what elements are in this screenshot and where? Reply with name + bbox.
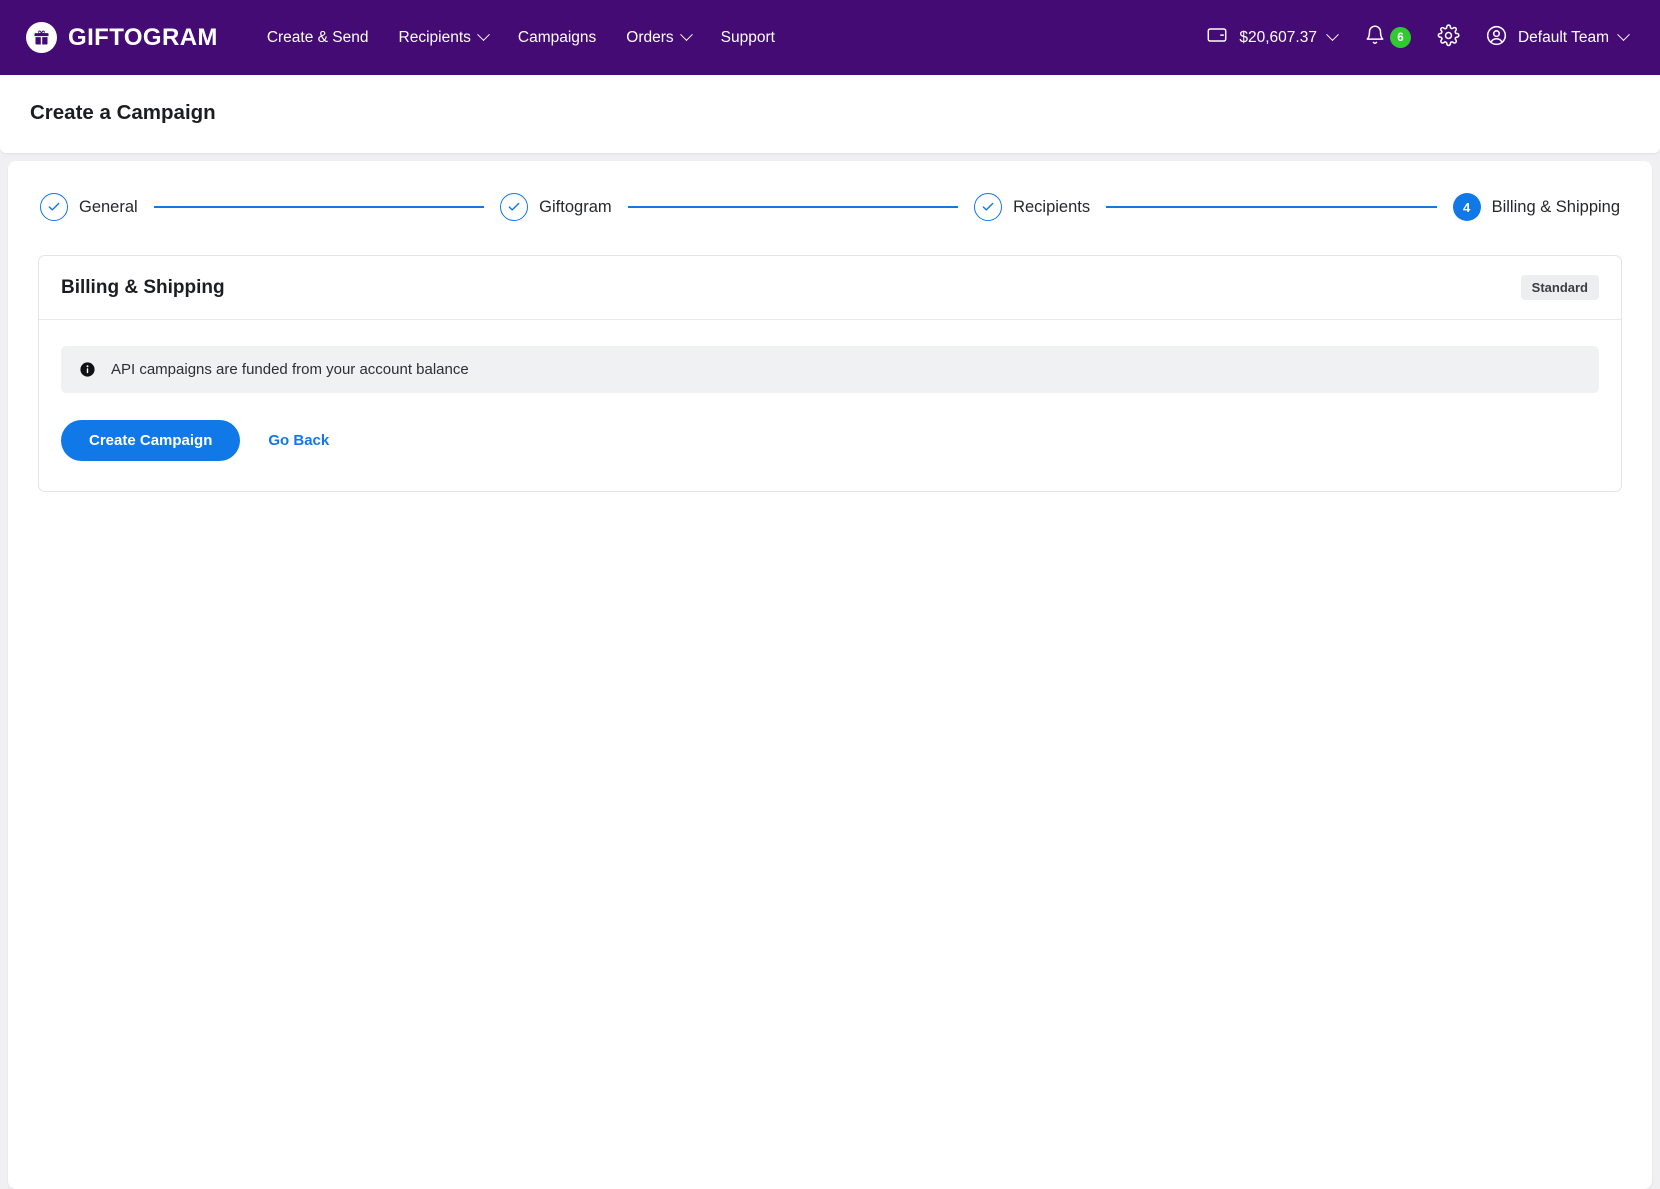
notification-count-badge: 6 xyxy=(1389,27,1411,48)
page-header: Create a Campaign xyxy=(0,75,1660,153)
section-body: API campaigns are funded from your accou… xyxy=(39,320,1621,491)
notifications-button[interactable]: 6 xyxy=(1351,16,1424,59)
team-name-label: Default Team xyxy=(1517,28,1609,46)
nav-item-label: Create & Send xyxy=(266,28,369,46)
brand-logo[interactable]: GIFTOGRAM xyxy=(26,22,218,53)
step-connector-3 xyxy=(1106,206,1437,208)
account-balance-button[interactable]: $20,607.37 xyxy=(1192,16,1351,59)
info-banner: API campaigns are funded from your accou… xyxy=(61,346,1599,393)
step-number-badge: 4 xyxy=(1452,193,1481,221)
step-connector-1 xyxy=(153,206,485,208)
info-filled-icon xyxy=(79,361,96,378)
settings-button[interactable] xyxy=(1424,16,1473,60)
step-label: General xyxy=(79,197,138,216)
billing-shipping-section: Billing & Shipping Standard API campaign… xyxy=(38,255,1622,492)
nav-item-create-and-send[interactable]: Create & Send xyxy=(252,19,384,57)
info-banner-text: API campaigns are funded from your accou… xyxy=(111,361,469,378)
section-header: Billing & Shipping Standard xyxy=(39,256,1621,320)
section-title: Billing & Shipping xyxy=(61,276,225,298)
chevron-down-icon xyxy=(477,28,490,42)
step-complete-check-icon xyxy=(974,193,1003,221)
step-giftogram[interactable]: Giftogram xyxy=(500,193,612,221)
step-label: Billing & Shipping xyxy=(1491,197,1621,216)
step-label: Recipients xyxy=(1013,197,1091,216)
chevron-down-icon xyxy=(679,28,693,42)
brand-name: GIFTOGRAM xyxy=(68,23,218,51)
step-general[interactable]: General xyxy=(40,193,138,221)
step-recipients[interactable]: Recipients xyxy=(974,193,1090,221)
chevron-down-icon xyxy=(1617,28,1630,42)
bell-icon xyxy=(1364,24,1386,51)
page-title: Create a Campaign xyxy=(30,101,216,124)
step-connector-2 xyxy=(627,206,959,208)
top-navigation-bar: GIFTOGRAM Create & Send Recipients Campa… xyxy=(0,0,1660,75)
nav-utilities: $20,607.37 6 Default Team xyxy=(1192,16,1638,60)
step-complete-check-icon xyxy=(40,193,68,221)
wallet-icon xyxy=(1206,24,1228,51)
step-label: Giftogram xyxy=(539,197,612,216)
action-row: Create Campaign Go Back xyxy=(61,420,1599,461)
nav-item-campaigns[interactable]: Campaigns xyxy=(503,19,611,57)
nav-item-label: Support xyxy=(720,28,775,46)
primary-nav: Create & Send Recipients Campaigns Order… xyxy=(252,19,790,57)
main-content-card: General Giftogram Recipients 4 Billing &… xyxy=(8,161,1652,1189)
nav-item-label: Recipients xyxy=(398,28,471,46)
nav-item-label: Campaigns xyxy=(517,28,597,46)
user-circle-icon xyxy=(1485,24,1508,52)
gear-icon xyxy=(1437,23,1460,52)
nav-item-support[interactable]: Support xyxy=(706,19,790,57)
gift-box-icon xyxy=(26,22,57,53)
nav-item-recipients[interactable]: Recipients xyxy=(384,19,503,57)
nav-item-orders[interactable]: Orders xyxy=(611,19,705,57)
status-badge: Standard xyxy=(1520,275,1599,300)
team-switcher-button[interactable]: Default Team xyxy=(1473,16,1638,60)
account-balance-amount: $20,607.37 xyxy=(1239,28,1317,46)
go-back-button[interactable]: Go Back xyxy=(250,420,347,461)
step-billing-and-shipping[interactable]: 4 Billing & Shipping xyxy=(1452,193,1621,221)
campaign-stepper: General Giftogram Recipients 4 Billing &… xyxy=(38,187,1622,221)
step-complete-check-icon xyxy=(500,193,529,221)
nav-item-label: Orders xyxy=(626,28,674,46)
chevron-down-icon xyxy=(1326,28,1339,42)
create-campaign-button[interactable]: Create Campaign xyxy=(61,420,241,461)
